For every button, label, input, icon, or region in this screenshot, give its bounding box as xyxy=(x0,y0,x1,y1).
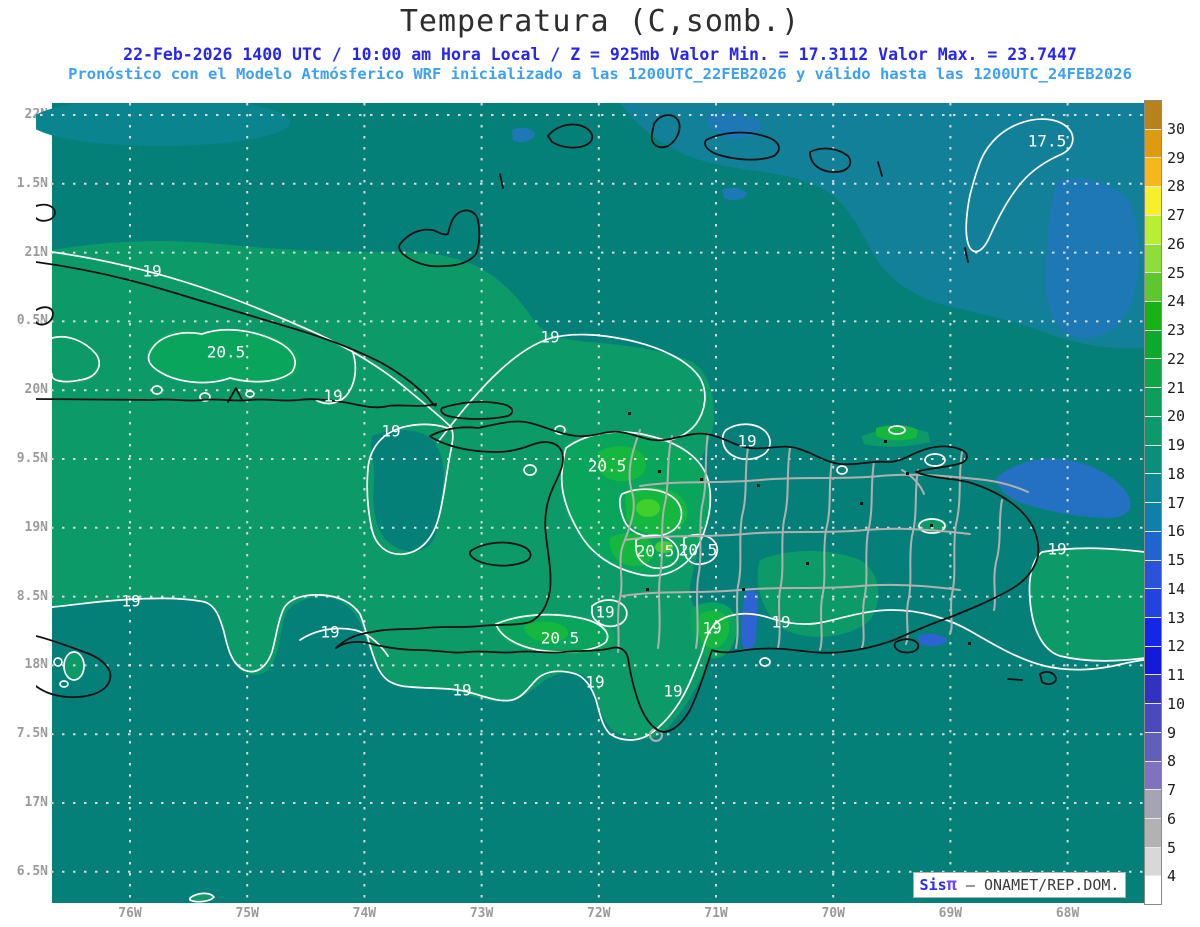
colorbar-tick-label: 7 xyxy=(1167,781,1177,799)
colorbar-segment xyxy=(1145,876,1161,905)
lon-tick-label: 74W xyxy=(352,906,377,921)
contour-label: 17.5 xyxy=(1028,132,1067,151)
lon-tick-label: 68W xyxy=(1055,906,1080,921)
colorbar-tick-label: 29 xyxy=(1167,148,1186,167)
colorbar xyxy=(1144,100,1162,905)
contour-label: 19 xyxy=(320,623,339,642)
colorbar-tick-label: 15 xyxy=(1167,551,1186,569)
lon-tick-label: 69W xyxy=(938,906,963,921)
contour-label: 20.5 xyxy=(207,343,246,362)
colorbar-tick-label: 23 xyxy=(1167,321,1186,339)
colorbar-segment xyxy=(1145,445,1161,475)
colorbar-segment xyxy=(1145,101,1161,130)
contour-label: 19 xyxy=(381,422,400,441)
model-info-line: Pronóstico con el Modelo Atmósferico WRF… xyxy=(68,65,1132,83)
contour-label: 19 xyxy=(702,619,721,638)
colorbar-tick-label: 25 xyxy=(1167,263,1186,282)
contour-label: 19 xyxy=(771,613,790,632)
colorbar-segment xyxy=(1145,732,1161,762)
lon-tick-label: 76W xyxy=(118,906,142,921)
colorbar-tick-label: 12 xyxy=(1167,637,1186,656)
credit-box: Sis π — ONAMET/REP.DOM. xyxy=(913,872,1126,898)
colorbar-segment xyxy=(1145,215,1161,245)
colorbar-tick-label: 22 xyxy=(1167,349,1186,368)
chart-title: Temperatura (C,somb.) xyxy=(399,4,801,39)
temperature-map-plot: 17.51920.51919191920.520.5 20.5 191919 20.5… xyxy=(36,103,1146,903)
contour-label: 19 xyxy=(595,603,614,622)
lon-tick-label: 72W xyxy=(587,906,611,921)
colorbar-segment xyxy=(1145,589,1161,618)
header: Temperatura (C,somb.) 22-Feb-2026 1400 U… xyxy=(0,0,1200,83)
sispi-logo: Sis xyxy=(919,876,947,894)
colorbar-segment xyxy=(1145,847,1161,877)
colorbar-segment xyxy=(1145,416,1161,446)
pi-symbol: π xyxy=(946,874,957,895)
colorbar-tick-label: 28 xyxy=(1167,177,1186,196)
contour-label: 19 xyxy=(452,681,471,700)
contour-label: 19 xyxy=(663,682,682,701)
lon-tick-label: 75W xyxy=(235,906,259,921)
colorbar-segment xyxy=(1145,302,1161,331)
colorbar-tick-label: 10 xyxy=(1167,694,1186,713)
colorbar-tick-label: 21 xyxy=(1167,378,1186,397)
colorbar-tick-label: 19 xyxy=(1167,436,1186,454)
colorbar-tick-label: 13 xyxy=(1167,608,1186,627)
credit-text: — ONAMET/REP.DOM. xyxy=(956,876,1120,894)
colorbar-segment xyxy=(1145,675,1161,705)
colorbar-segment xyxy=(1145,244,1161,274)
colorbar-tick-label: 6 xyxy=(1167,809,1177,828)
contour-label: 20.5 xyxy=(541,629,580,648)
colorbar-segment xyxy=(1145,818,1161,848)
colorbar-tick-label: 30 xyxy=(1167,119,1186,138)
colorbar-segment xyxy=(1145,761,1161,791)
lon-tick-label: 73W xyxy=(469,906,494,921)
contour-label: 20.5 xyxy=(636,542,675,561)
contour-label: 19 xyxy=(585,673,604,692)
colorbar-tick-label: 18 xyxy=(1167,464,1186,483)
contour-label: 20.5 xyxy=(588,457,627,476)
colorbar-tick-label: 5 xyxy=(1167,838,1177,857)
colorbar-tick-label: 20 xyxy=(1167,407,1186,426)
colorbar-segment xyxy=(1145,388,1161,417)
contour-label: 19 xyxy=(737,432,756,451)
contour-label: 19 xyxy=(142,262,161,281)
colorbar-tick-label: 9 xyxy=(1167,723,1177,742)
colorbar-segment xyxy=(1145,474,1161,504)
colorbar-segment xyxy=(1145,560,1161,590)
colorbar-segment xyxy=(1145,187,1161,216)
lon-tick-label: 71W xyxy=(704,906,728,921)
colorbar-segment xyxy=(1145,273,1161,303)
colorbar-segment xyxy=(1145,330,1161,360)
colorbar-segment xyxy=(1145,617,1161,647)
colorbar-tick-label: 24 xyxy=(1167,292,1186,311)
colorbar-tick-label: 26 xyxy=(1167,234,1186,253)
contour-label: 19 xyxy=(323,387,342,406)
contour-label: 19 xyxy=(1047,540,1066,559)
contour-label: 20.5 xyxy=(679,541,718,560)
colorbar-segment xyxy=(1145,704,1161,733)
colorbar-tick-label: 4 xyxy=(1167,867,1177,886)
colorbar-tick-label: 16 xyxy=(1167,522,1186,541)
colorbar-segment xyxy=(1145,503,1161,532)
colorbar-tick-label: 14 xyxy=(1167,579,1186,598)
colorbar-segment xyxy=(1145,531,1161,561)
colorbar-tick-label: 17 xyxy=(1167,493,1186,512)
colorbar-tick-label: 11 xyxy=(1167,666,1186,684)
colorbar-segment xyxy=(1145,790,1161,819)
colorbar-segment xyxy=(1145,158,1161,188)
colorbar-tick-label: 27 xyxy=(1167,206,1186,224)
colorbar-segment xyxy=(1145,646,1161,676)
colorbar-tick-label: 8 xyxy=(1167,752,1177,771)
contour-label: 19 xyxy=(121,592,140,611)
colorbar-segment xyxy=(1145,359,1161,389)
valid-time-line: 22-Feb-2026 1400 UTC / 10:00 am Hora Loc… xyxy=(123,45,1077,64)
contour-label: 19 xyxy=(540,328,559,347)
lon-tick-label: 70W xyxy=(821,906,845,921)
weather-map-page: Temperatura (C,somb.) 22-Feb-2026 1400 U… xyxy=(0,0,1200,927)
colorbar-segment xyxy=(1145,129,1161,159)
